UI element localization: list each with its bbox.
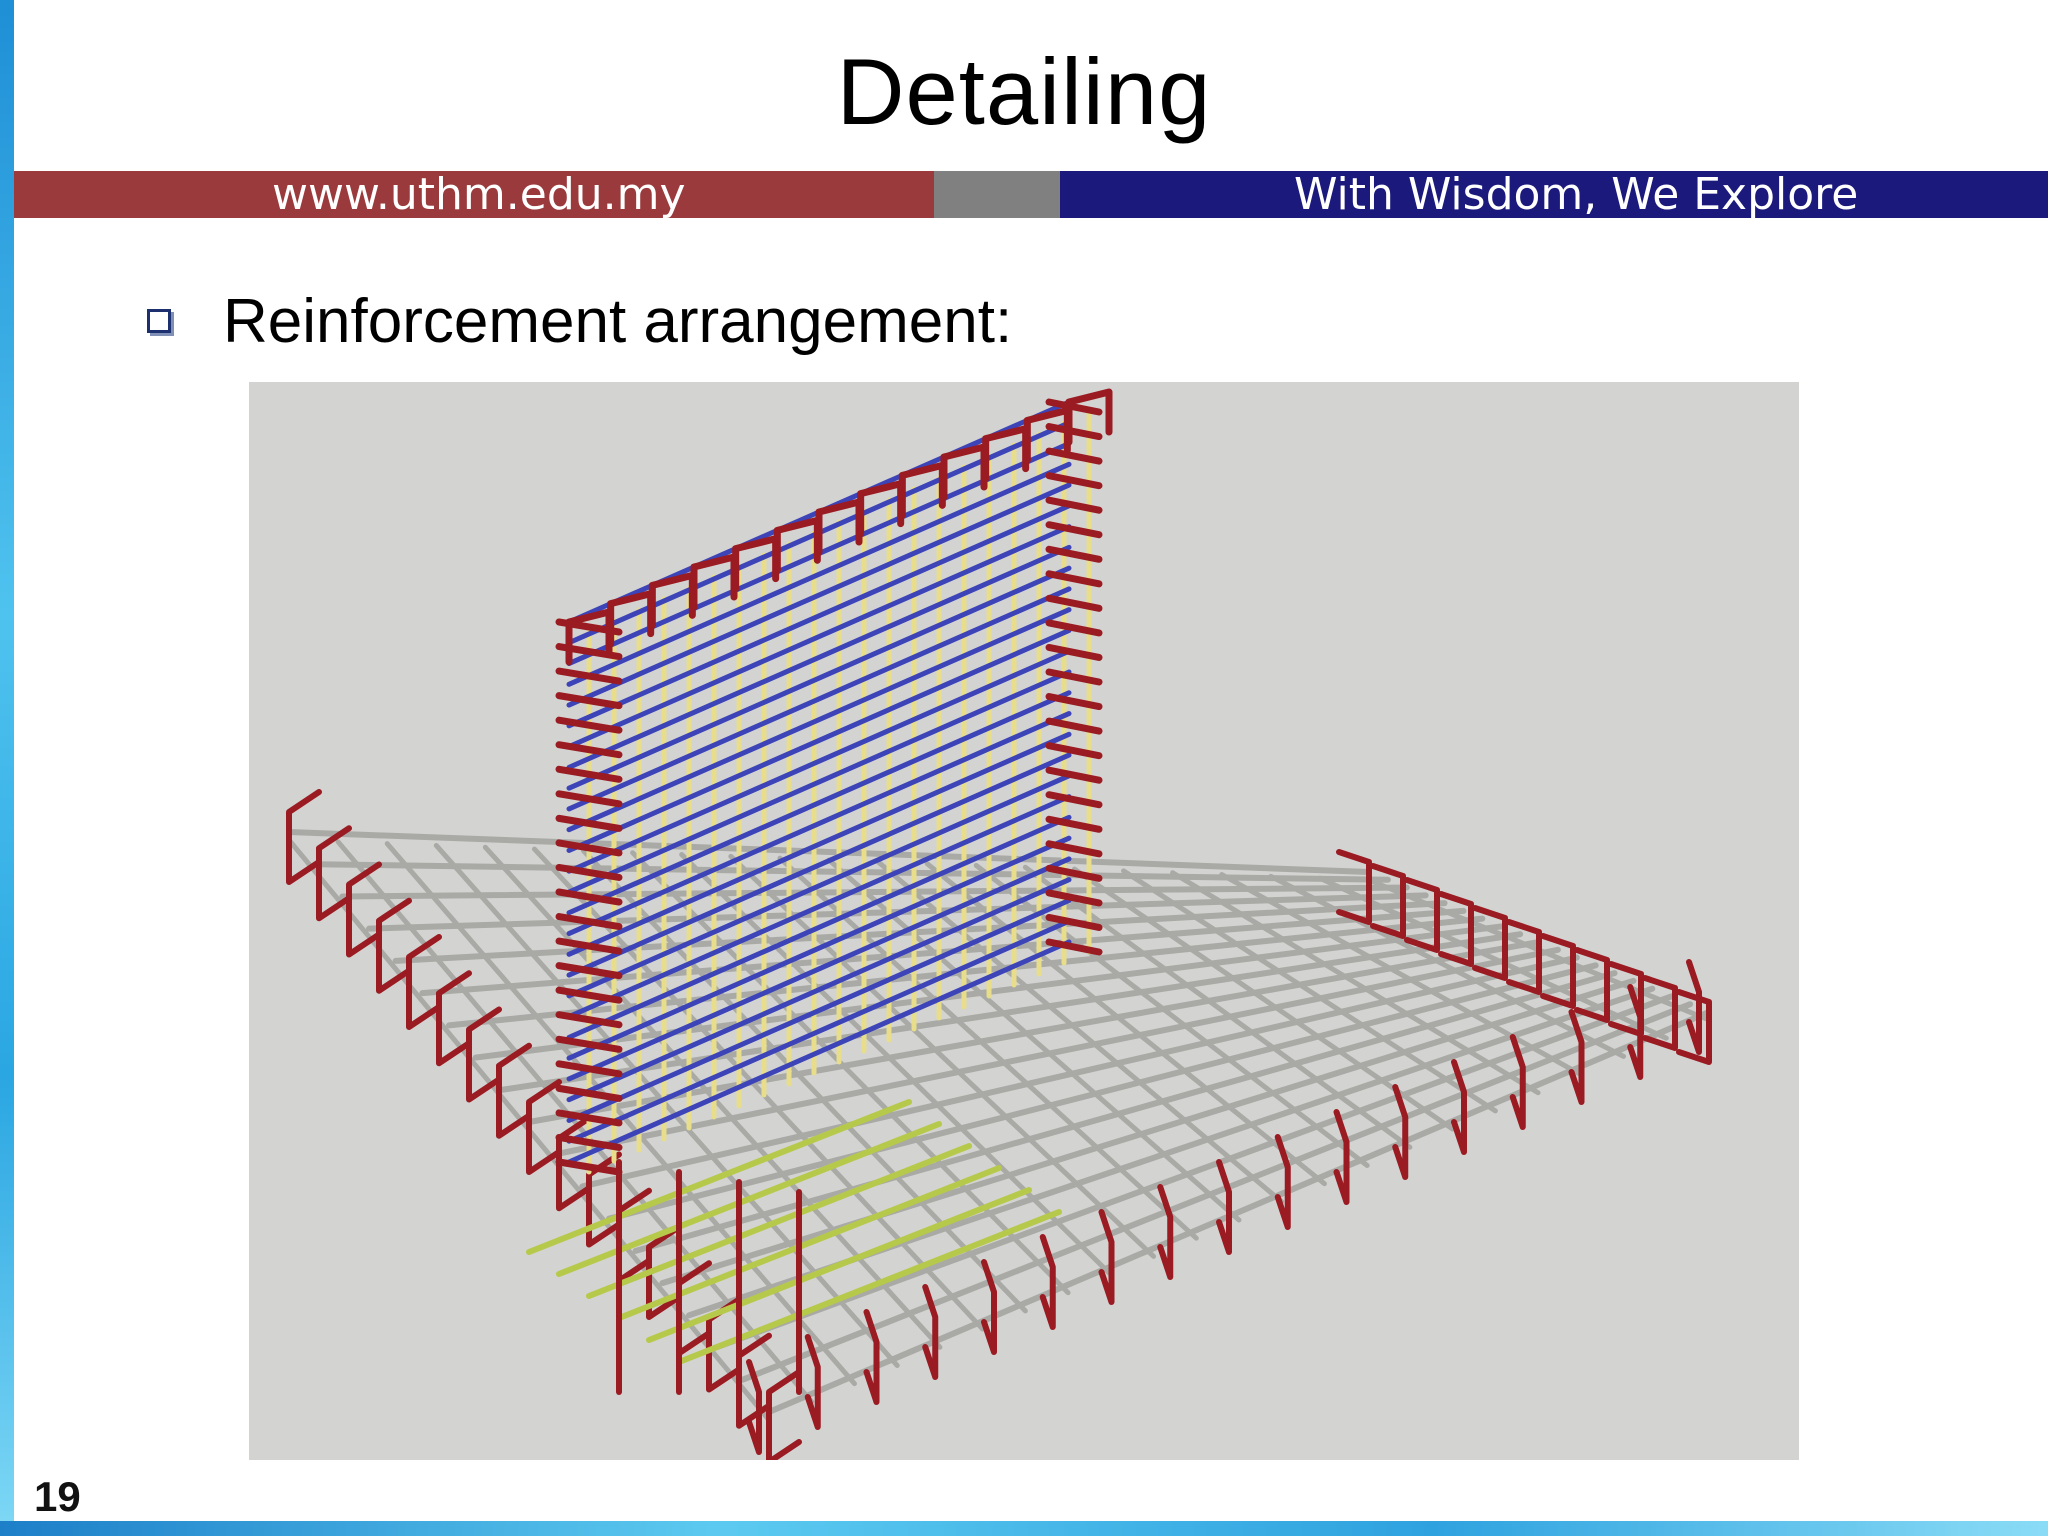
base-stirrup <box>1157 1184 1174 1280</box>
base-stirrup <box>1568 1009 1585 1105</box>
wall-horizontal-bar <box>566 565 1072 791</box>
base-stirrup <box>436 970 472 1067</box>
wall-horizontal-bar <box>566 461 1072 687</box>
wall-edge-link <box>555 1133 623 1151</box>
banner-url: www.uthm.edu.my <box>272 169 686 220</box>
square-bullet-icon <box>147 309 171 333</box>
base-stirrup <box>286 789 322 885</box>
reinforcement-figure <box>249 382 1799 1460</box>
wall-horizontal-bar <box>566 627 1072 853</box>
banner-motto: With Wisdom, We Explore <box>1294 169 1859 220</box>
slide-title: Detailing <box>836 39 1212 144</box>
base-stirrup <box>376 897 412 994</box>
wall-edge-link <box>555 741 623 759</box>
wall-edge-link <box>555 1011 623 1029</box>
base-stirrup <box>1392 1084 1409 1180</box>
base-stirrup <box>1039 1234 1056 1330</box>
wall-horizontal-bar <box>566 711 1072 937</box>
base-stirrup <box>1098 1209 1115 1305</box>
page-number: 19 <box>34 1473 81 1520</box>
base-stirrup <box>1676 989 1712 1065</box>
wall-edge-link <box>555 667 623 685</box>
banner-middle-band <box>934 171 1060 218</box>
base-stirrup <box>316 825 352 922</box>
bottom-decorative-edge <box>0 1521 2048 1536</box>
wall-horizontal-bar <box>566 586 1072 812</box>
base-stirrup <box>346 861 382 958</box>
wall-horizontal-bar <box>566 607 1072 833</box>
wall-horizontal-bar <box>566 648 1072 874</box>
wall-edge-link <box>555 1060 623 1078</box>
wall-edge-link <box>555 716 623 734</box>
wall-edge-link <box>555 814 623 832</box>
bullet-text: Reinforcement arrangement: <box>223 287 1013 356</box>
base-stirrup <box>406 934 442 1030</box>
wall-horizontal-bar <box>566 544 1072 770</box>
base-stirrup <box>1333 1109 1350 1205</box>
wall-edge-link <box>555 1084 623 1102</box>
rebar-cage-drawing <box>286 388 1712 1460</box>
base-bar <box>766 1009 1712 1415</box>
wall-horizontal-bar <box>566 897 1072 1123</box>
wall-edge-link <box>555 790 623 808</box>
left-decorative-edge <box>0 0 14 1536</box>
wall-edge-link <box>555 986 623 1004</box>
base-bar <box>712 993 1675 1351</box>
